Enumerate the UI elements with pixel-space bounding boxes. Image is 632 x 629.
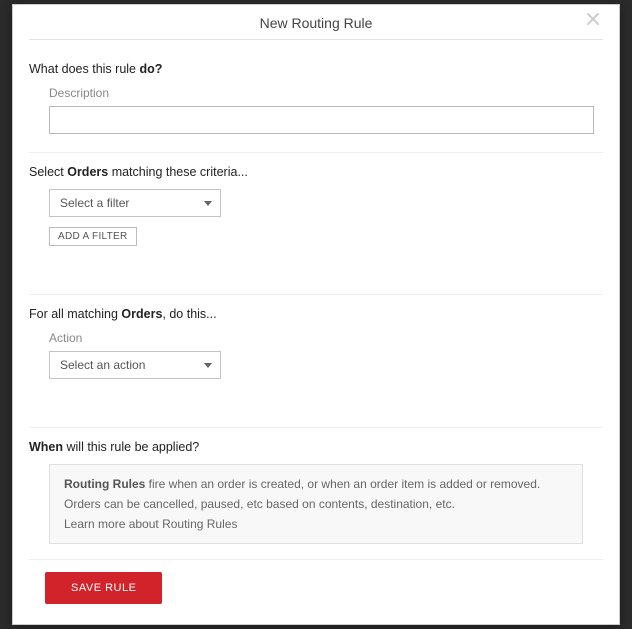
modal-body: What does this rule do? Description Sele… <box>13 40 619 562</box>
section-criteria-title: Select Orders matching these criteria... <box>29 165 603 179</box>
section-action-title: For all matching Orders, do this... <box>29 307 603 321</box>
section-criteria-title-bold: Orders <box>67 165 108 179</box>
section-criteria-title-suffix: matching these criteria... <box>108 165 248 179</box>
section-action-title-prefix: For all matching <box>29 307 121 321</box>
action-select-value: Select an action <box>60 358 145 372</box>
section-what-title: What does this rule do? <box>29 62 603 76</box>
filter-select-value: Select a filter <box>60 196 129 210</box>
action-select[interactable]: Select an action <box>49 351 221 379</box>
description-input[interactable] <box>49 106 594 134</box>
section-action-title-bold: Orders <box>121 307 162 321</box>
section-what: What does this rule do? Description <box>29 50 603 153</box>
section-when-title: When will this rule be applied? <box>29 440 603 454</box>
chevron-down-icon <box>204 201 212 206</box>
section-action-title-suffix: , do this... <box>162 307 216 321</box>
section-when: When will this rule be applied? Routing … <box>29 428 603 562</box>
add-filter-button[interactable]: ADD A FILTER <box>49 227 137 246</box>
description-label: Description <box>49 86 603 100</box>
section-what-title-bold: do? <box>139 62 162 76</box>
modal-title: New Routing Rule <box>260 15 373 31</box>
new-routing-rule-modal: New Routing Rule What does this rule do?… <box>12 4 620 625</box>
section-criteria-title-prefix: Select <box>29 165 67 179</box>
section-when-title-bold: When <box>29 440 63 454</box>
close-icon <box>585 15 601 30</box>
modal-footer: SAVE RULE <box>29 559 603 624</box>
when-info-box: Routing Rules fire when an order is crea… <box>49 464 583 544</box>
section-criteria: Select Orders matching these criteria...… <box>29 153 603 295</box>
close-button[interactable] <box>583 11 603 31</box>
filter-select[interactable]: Select a filter <box>49 189 221 217</box>
info-line1-rest: fire when an order is created, or when a… <box>145 477 540 491</box>
section-when-title-suffix: will this rule be applied? <box>63 440 199 454</box>
action-label: Action <box>49 331 603 345</box>
section-action: For all matching Orders, do this... Acti… <box>29 295 603 428</box>
info-line-3: Learn more about Routing Rules <box>64 517 568 531</box>
info-line1-bold: Routing Rules <box>64 477 145 491</box>
modal-header: New Routing Rule <box>29 5 603 40</box>
save-rule-button[interactable]: SAVE RULE <box>45 572 162 604</box>
info-line-2: Orders can be cancelled, paused, etc bas… <box>64 497 568 511</box>
section-what-title-prefix: What does this rule <box>29 62 139 76</box>
learn-more-link[interactable]: Learn more about Routing Rules <box>64 517 237 531</box>
info-line-1: Routing Rules fire when an order is crea… <box>64 477 568 491</box>
chevron-down-icon <box>204 363 212 368</box>
